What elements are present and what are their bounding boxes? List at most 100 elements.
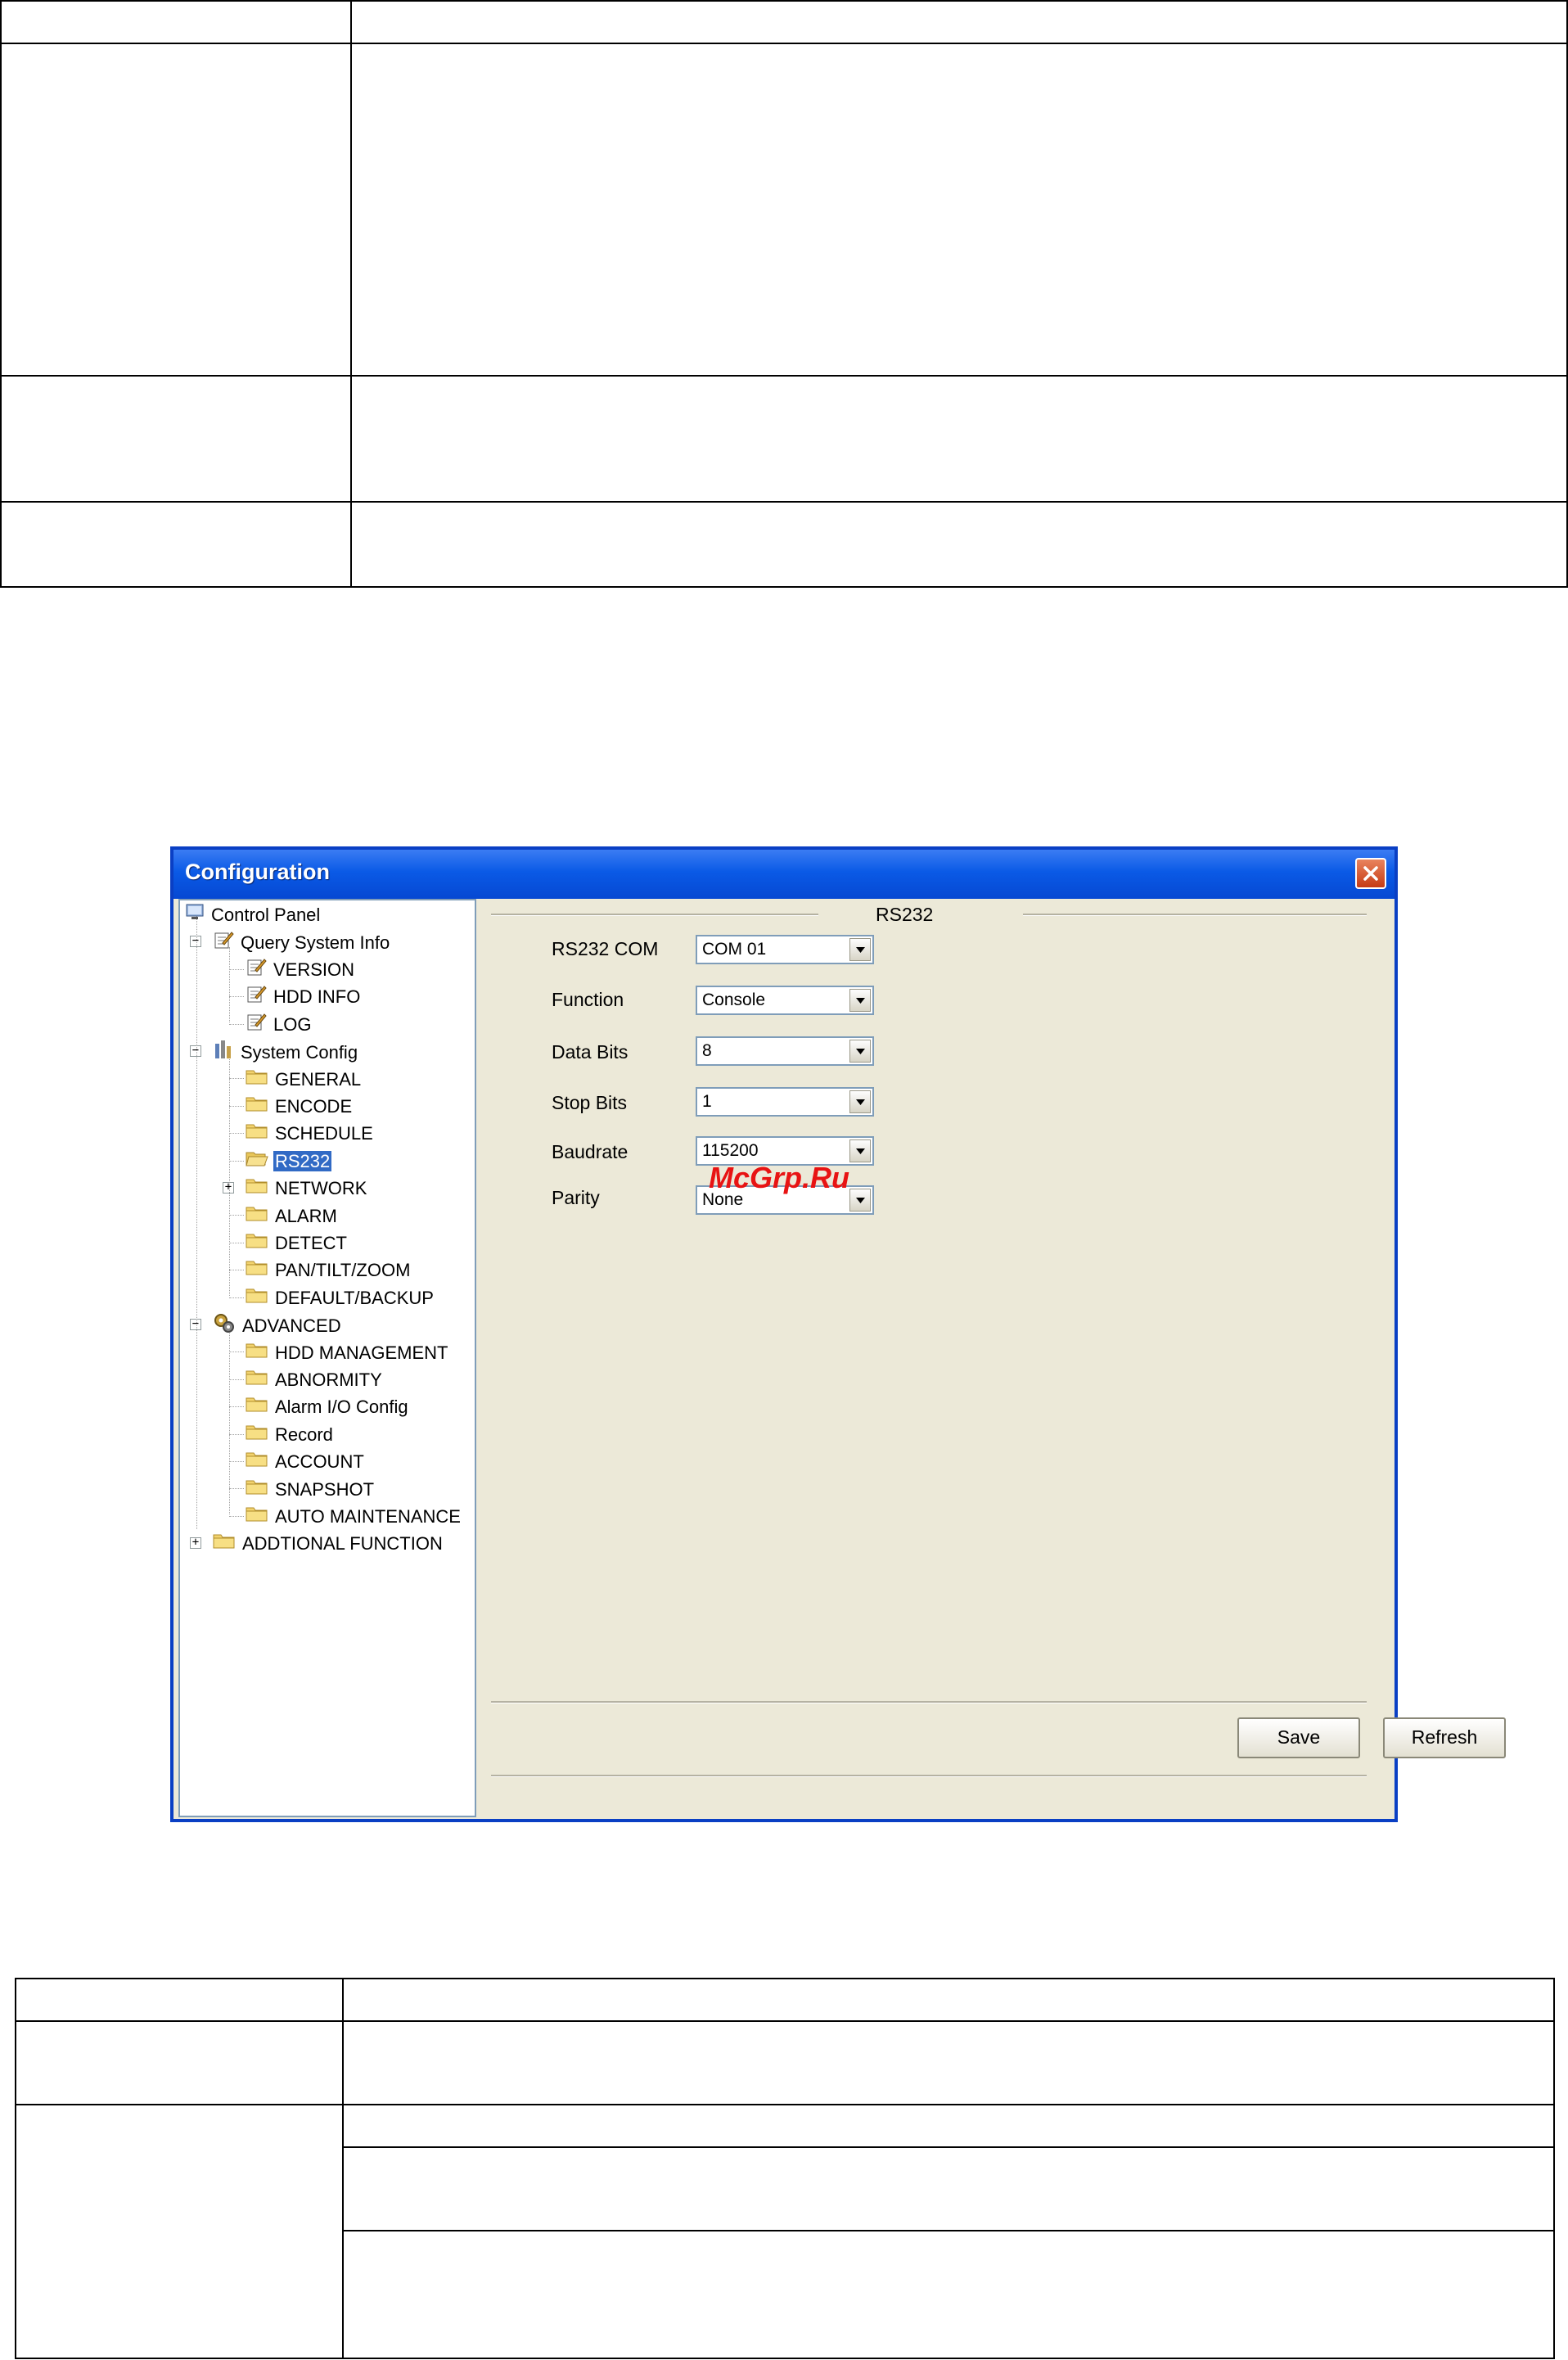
tree-item[interactable]: ENCODE [246,1094,354,1118]
refresh-button[interactable]: Refresh [1383,1717,1506,1758]
tree-item-label: ENCODE [275,1095,353,1117]
data-bits-label: Data Bits [552,1041,629,1063]
tree-connector [229,1160,244,1162]
table-cell [0,501,352,588]
tree-item[interactable]: RS232 [246,1148,332,1173]
function-label: Function [552,989,624,1010]
tree-connector [229,1351,244,1353]
folder-icon [246,1121,268,1146]
tree-item[interactable]: System Config [213,1039,359,1063]
close-icon [1363,866,1378,881]
parity-label: Parity [552,1187,600,1208]
tree-connector [229,1379,244,1380]
chevron-down-icon [856,1049,865,1054]
tree-item-label: ADVANCED [242,1315,341,1336]
dropdown-button[interactable] [849,1139,871,1162]
rs232-com-select[interactable]: COM 01 [696,935,874,964]
tree-item[interactable]: GENERAL [246,1066,363,1090]
folder-icon [246,1423,268,1447]
tree-item[interactable]: Alarm I/O Config [246,1394,410,1419]
tree-item[interactable]: ALARM [246,1203,339,1227]
separator [491,1701,1367,1703]
tree-item[interactable]: DEFAULT/BACKUP [246,1285,435,1310]
tree-item[interactable]: NETWORK [246,1175,368,1200]
rs232-settings-panel: RS232 RS232 COM COM 01 Function Console … [484,899,1506,1816]
tree-item[interactable]: PAN/TILT/ZOOM [246,1257,412,1282]
monitor-icon [185,903,205,927]
tree-connector [229,1406,244,1408]
stop-bits-select[interactable]: 1 [696,1087,874,1117]
tree-item[interactable]: ADDTIONAL FUNCTION [213,1531,444,1555]
tree-item[interactable]: SNAPSHOT [246,1476,376,1500]
folder-icon [246,1067,268,1092]
table-cell [350,43,1568,377]
collapse-icon[interactable]: − [190,1045,201,1057]
rs232-com-label: RS232 COM [552,938,659,959]
table-cell [350,0,1568,44]
data-bits-value: 8 [702,1041,712,1060]
table-cell [0,375,352,503]
tree-item[interactable]: ACCOUNT [246,1449,366,1473]
title-bar[interactable]: Configuration [173,850,1395,899]
tree-item-label: PAN/TILT/ZOOM [275,1260,411,1281]
tree-item[interactable]: LOG [246,1012,313,1036]
notepad-icon [246,984,267,1010]
tree-item[interactable]: VERSION [246,957,356,981]
tree-connector [229,1023,244,1025]
stop-bits-label: Stop Bits [552,1092,628,1113]
tree-item-label: ABNORMITY [275,1369,382,1390]
tree-item[interactable]: Record [246,1422,335,1446]
tree-item[interactable]: DETECT [246,1230,349,1255]
tree-item[interactable]: ADVANCED [213,1312,343,1337]
tree-item-label: HDD MANAGEMENT [275,1342,448,1363]
collapse-icon[interactable]: − [190,935,201,948]
folder-icon [246,1478,268,1502]
folder-icon [246,1368,268,1392]
tree-connector [229,1330,230,1514]
expand-icon[interactable]: + [190,1536,201,1550]
tree-item-label: LOG [273,1013,312,1035]
table-cell [342,2146,1555,2231]
dropdown-button[interactable] [849,1040,871,1063]
rs232-com-value: COM 01 [702,940,767,959]
group-box-line [491,914,818,916]
data-bits-select[interactable]: 8 [696,1036,874,1066]
table-cell [342,1978,1555,2022]
dropdown-button[interactable] [849,1189,871,1212]
tree-item-label: GENERAL [275,1068,362,1090]
tree-item[interactable]: AUTO MAINTENANCE [246,1504,462,1528]
function-select[interactable]: Console [696,986,874,1015]
tree-item-label: ACCOUNT [275,1451,364,1473]
close-button[interactable] [1355,858,1386,889]
collapse-icon[interactable]: − [190,1318,201,1330]
folder-icon [246,1505,268,1529]
tree-connector [229,1057,230,1296]
folder-icon [246,1094,268,1119]
folder-icon [246,1204,268,1229]
tree-connector [229,1105,244,1107]
expand-icon[interactable]: + [223,1181,234,1194]
tree-item[interactable]: Query System Info [213,929,391,954]
tree-item[interactable]: HDD MANAGEMENT [246,1339,449,1364]
table-cell [350,501,1568,588]
tree-connector [229,1078,244,1080]
tree-item[interactable]: ABNORMITY [246,1367,384,1392]
tree-item[interactable]: Control Panel [185,902,322,927]
folder-icon [246,1341,268,1365]
save-button[interactable]: Save [1237,1717,1360,1758]
tree-item[interactable]: HDD INFO [246,984,362,1009]
dropdown-button[interactable] [849,938,871,961]
separator [491,1775,1367,1777]
tree-item[interactable]: SCHEDULE [246,1121,375,1145]
tree-item-label: DETECT [275,1232,347,1253]
tree-item-label: Record [275,1424,333,1445]
notepad-icon [213,930,234,956]
baudrate-label: Baudrate [552,1141,629,1162]
table-cell [15,2020,344,2105]
baudrate-value: 115200 [702,1141,759,1160]
tree-item-label: Control Panel [211,905,321,926]
dropdown-button[interactable] [849,1090,871,1113]
dropdown-button[interactable] [849,989,871,1012]
config-tree[interactable]: − − + − + Control Panel Query System Info VERS… [178,899,476,1817]
folder-icon [246,1176,268,1201]
